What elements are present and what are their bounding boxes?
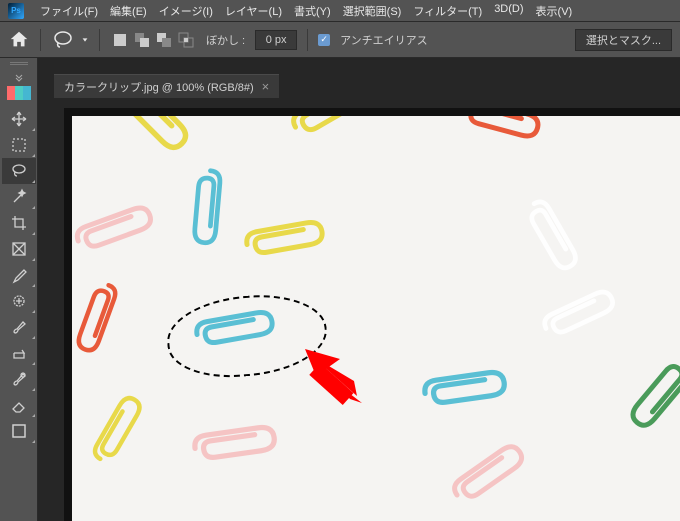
document-tab[interactable]: カラークリップ.jpg @ 100% (RGB/8#) × xyxy=(54,74,279,98)
selection-add-icon[interactable] xyxy=(132,30,152,50)
paperclip xyxy=(412,363,517,418)
canvas[interactable] xyxy=(64,108,680,521)
divider xyxy=(99,29,100,51)
paperclip xyxy=(510,187,588,284)
tool-marquee[interactable] xyxy=(2,132,36,158)
annotation-arrow-icon xyxy=(302,341,372,411)
antialias-label: アンチエイリアス xyxy=(340,32,428,48)
menu-フィルター[interactable]: フィルター(T) xyxy=(407,1,488,21)
app-logo: Ps xyxy=(8,3,24,19)
document-title: カラークリップ.jpg @ 100% (RGB/8#) xyxy=(64,79,254,95)
tool-gradient[interactable] xyxy=(2,418,36,444)
paperclip xyxy=(182,159,228,252)
select-and-mask-button[interactable]: 選択とマスク... xyxy=(575,29,672,51)
menu-3d[interactable]: 3D(D) xyxy=(488,1,529,21)
paperclip xyxy=(72,196,166,266)
tool-move[interactable] xyxy=(2,106,36,132)
options-bar: ぼかし : ✓ アンチエイリアス 選択とマスク... xyxy=(0,22,680,58)
tool-lasso[interactable] xyxy=(2,158,36,184)
tool-brush[interactable] xyxy=(2,314,36,340)
canvas-area: カラークリップ.jpg @ 100% (RGB/8#) × xyxy=(38,58,680,521)
tool-clone-stamp[interactable] xyxy=(2,340,36,366)
tool-history-brush[interactable] xyxy=(2,366,36,392)
antialias-checkbox[interactable]: ✓ xyxy=(318,34,330,46)
selection-new-icon[interactable] xyxy=(110,30,130,50)
menu-編集[interactable]: 編集(E) xyxy=(104,1,153,21)
tool-dropdown-icon[interactable] xyxy=(81,36,89,44)
menu-bar: Ps ファイル(F)編集(E)イメージ(I)レイヤー(L)書式(Y)選択範囲(S… xyxy=(0,0,680,22)
tab-close-icon[interactable]: × xyxy=(262,79,270,94)
paperclip xyxy=(83,385,157,477)
selection-subtract-icon[interactable] xyxy=(154,30,174,50)
menu-レイヤー[interactable]: レイヤー(L) xyxy=(219,1,288,21)
lasso-tool-icon[interactable] xyxy=(51,28,75,52)
document-image xyxy=(72,116,680,521)
paperclip xyxy=(182,418,287,473)
collapse-icon[interactable] xyxy=(14,72,24,82)
tool-magic-wand[interactable] xyxy=(2,184,36,210)
paperclip xyxy=(439,432,540,519)
divider xyxy=(307,29,308,51)
paperclip xyxy=(278,116,380,152)
home-icon[interactable] xyxy=(8,29,30,51)
menu-選択範囲[interactable]: 選択範囲(S) xyxy=(337,1,408,21)
divider xyxy=(40,29,41,51)
selection-mode-group xyxy=(110,30,196,50)
blur-input[interactable] xyxy=(255,30,297,50)
palette-handle-icon[interactable] xyxy=(6,62,32,70)
tool-palette xyxy=(0,58,38,521)
tool-frame[interactable] xyxy=(2,236,36,262)
paperclip xyxy=(448,116,550,153)
paperclip xyxy=(97,116,202,169)
selection-intersect-icon[interactable] xyxy=(176,30,196,50)
paperclip xyxy=(614,342,680,440)
color-swatch[interactable] xyxy=(7,86,31,100)
menu-イメージ[interactable]: イメージ(I) xyxy=(153,1,219,21)
paperclip xyxy=(531,280,629,353)
tool-eyedropper[interactable] xyxy=(2,262,36,288)
blur-label: ぼかし : xyxy=(206,32,245,48)
menu-表示[interactable]: 表示(V) xyxy=(530,1,579,21)
menu-書式[interactable]: 書式(Y) xyxy=(288,1,337,21)
paperclip xyxy=(72,270,126,363)
paperclip xyxy=(234,213,335,269)
workspace: カラークリップ.jpg @ 100% (RGB/8#) × xyxy=(0,58,680,521)
menu-ファイル[interactable]: ファイル(F) xyxy=(34,1,104,21)
tool-healing-brush[interactable] xyxy=(2,288,36,314)
tool-crop[interactable] xyxy=(2,210,36,236)
tool-eraser[interactable] xyxy=(2,392,36,418)
